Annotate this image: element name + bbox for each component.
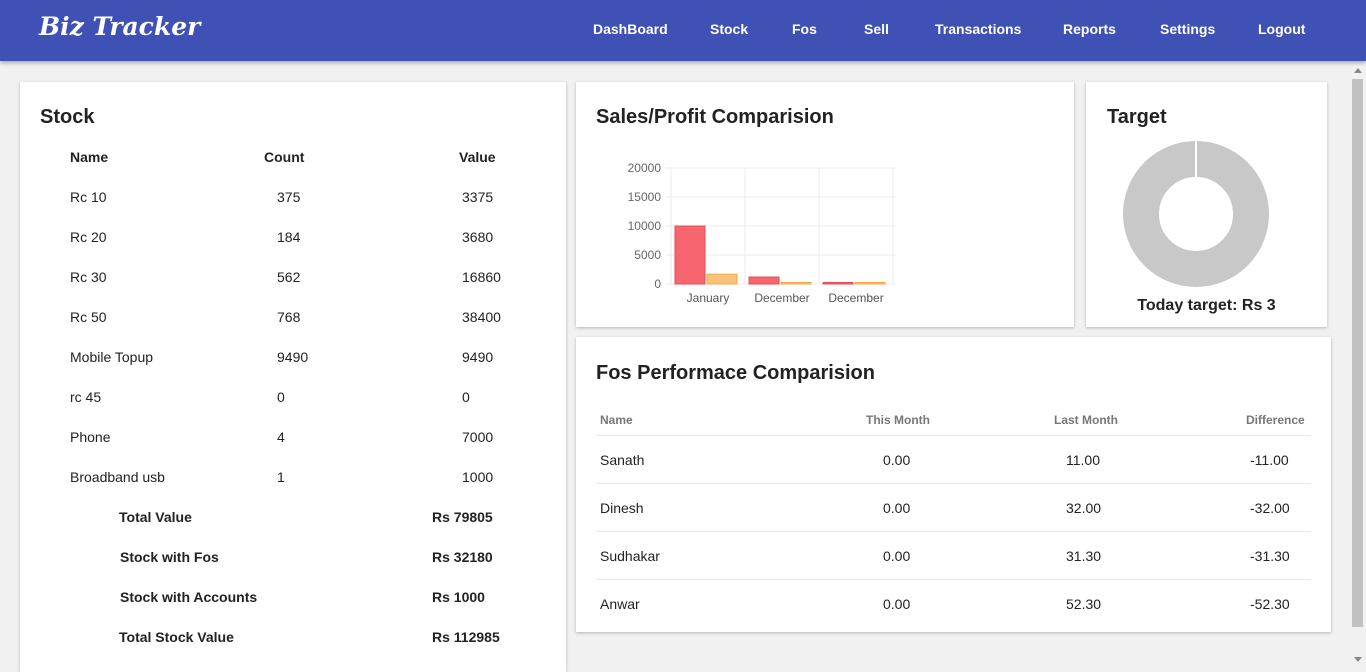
y-tick-label: 20000 bbox=[628, 161, 662, 175]
target-donut bbox=[1123, 140, 1269, 287]
bar bbox=[674, 225, 706, 285]
fos-row-last-month: 32.00 bbox=[1066, 500, 1102, 516]
nav-settings[interactable]: Settings bbox=[1160, 21, 1215, 37]
stock-row-value: 7000 bbox=[462, 429, 494, 445]
stock-row-value: 3680 bbox=[462, 229, 494, 245]
divider bbox=[596, 579, 1311, 580]
stock-row-value: 1000 bbox=[462, 469, 494, 485]
stock-row-count: 4 bbox=[277, 429, 285, 445]
fos-row-last-month: 31.30 bbox=[1066, 548, 1102, 564]
target-title: Target bbox=[1107, 106, 1167, 128]
fos-header-difference: Difference bbox=[1246, 413, 1305, 427]
fos-row-name: Sanath bbox=[600, 452, 645, 468]
sales-title: Sales/Profit Comparision bbox=[596, 106, 834, 128]
bar bbox=[822, 282, 854, 285]
nav-dashboard[interactable]: DashBoard bbox=[593, 21, 668, 37]
sales-chart: 20000 15000 10000 5000 0 January December Decem… bbox=[628, 161, 896, 305]
fos-row-last-month: 52.30 bbox=[1066, 596, 1102, 612]
fos-card: Fos Performace Comparision Name This Mon… bbox=[576, 337, 1331, 632]
nav-stock[interactable]: Stock bbox=[710, 21, 748, 37]
total-label: Total Stock Value bbox=[119, 629, 234, 645]
bar bbox=[748, 276, 780, 285]
stock-header-count: Count bbox=[264, 149, 305, 165]
total-amount: Rs 1000 bbox=[432, 589, 485, 605]
target-label: Today target: Rs 3 bbox=[1137, 297, 1276, 314]
nav-logout[interactable]: Logout bbox=[1258, 21, 1305, 37]
stock-row-count: 9490 bbox=[277, 349, 309, 365]
bar bbox=[854, 282, 886, 285]
stock-row-name: Mobile Topup bbox=[70, 349, 154, 365]
divider bbox=[596, 435, 1311, 436]
top-navbar: Biz Tracker DashBoard Stock Fos Sell Tra… bbox=[0, 0, 1366, 61]
fos-row-difference: -52.30 bbox=[1250, 596, 1290, 612]
target-card: Target Today target: Rs 3 bbox=[1086, 82, 1327, 327]
fos-row-this-month: 0.00 bbox=[883, 500, 911, 516]
fos-row-name: Anwar bbox=[600, 596, 640, 612]
stock-card: Stock Name Count Value Rc 10 375 3375 Rc… bbox=[20, 82, 566, 672]
stock-title: Stock bbox=[40, 106, 95, 128]
stock-row-name: Rc 50 bbox=[70, 309, 107, 325]
total-amount: Rs 112985 bbox=[432, 629, 500, 645]
scroll-up-icon[interactable] bbox=[1354, 68, 1362, 73]
nav-transactions[interactable]: Transactions bbox=[935, 21, 1021, 37]
stock-row-name: Broadband usb bbox=[70, 469, 165, 485]
total-amount: Rs 79805 bbox=[432, 509, 493, 525]
stock-row-count: 0 bbox=[277, 389, 285, 405]
total-label: Stock with Accounts bbox=[120, 589, 258, 605]
fos-title: Fos Performace Comparision bbox=[596, 362, 875, 384]
total-amount: Rs 32180 bbox=[432, 549, 493, 565]
bar bbox=[706, 273, 738, 285]
sales-card: Sales/Profit Comparision 20000 15000 10000… bbox=[576, 82, 1074, 327]
stock-row-count: 768 bbox=[277, 309, 301, 325]
y-tick-label: 5000 bbox=[634, 248, 661, 262]
fos-row-this-month: 0.00 bbox=[883, 452, 911, 468]
fos-row-difference: -31.30 bbox=[1250, 548, 1290, 564]
stock-header-name: Name bbox=[70, 149, 109, 165]
fos-header-this-month: This Month bbox=[866, 413, 930, 427]
nav-sell[interactable]: Sell bbox=[864, 21, 889, 37]
x-tick-label: December bbox=[754, 291, 809, 305]
y-tick-label: 10000 bbox=[628, 219, 662, 233]
stock-row-name: rc 45 bbox=[70, 389, 102, 405]
stock-header-value: Value bbox=[459, 149, 496, 165]
stock-row-count: 184 bbox=[277, 229, 301, 245]
stock-row-count: 1 bbox=[277, 469, 285, 485]
brand-logo[interactable]: Biz Tracker bbox=[39, 12, 200, 41]
stock-row-name: Rc 20 bbox=[70, 229, 107, 245]
stock-row-count: 375 bbox=[277, 189, 301, 205]
fos-row-this-month: 0.00 bbox=[883, 548, 911, 564]
divider bbox=[596, 531, 1311, 532]
fos-row-name: Dinesh bbox=[600, 500, 644, 516]
stock-row-name: Rc 10 bbox=[70, 189, 107, 205]
fos-row-difference: -32.00 bbox=[1250, 500, 1290, 516]
scrollbar-thumb[interactable] bbox=[1352, 79, 1363, 627]
nav-fos[interactable]: Fos bbox=[792, 21, 817, 37]
fos-row-last-month: 11.00 bbox=[1066, 452, 1100, 468]
divider bbox=[596, 483, 1311, 484]
x-tick-label: January bbox=[687, 291, 730, 305]
stock-row-count: 562 bbox=[277, 269, 301, 285]
stock-row-name: Rc 30 bbox=[70, 269, 107, 285]
fos-row-this-month: 0.00 bbox=[883, 596, 911, 612]
stock-row-name: Phone bbox=[70, 429, 111, 445]
x-tick-label: December bbox=[828, 291, 883, 305]
stock-row-value: 0 bbox=[462, 389, 470, 405]
fos-header-name: Name bbox=[600, 413, 633, 427]
fos-row-difference: -11.00 bbox=[1250, 452, 1289, 468]
total-label: Total Value bbox=[119, 509, 192, 525]
total-label: Stock with Fos bbox=[120, 549, 219, 565]
bar bbox=[780, 282, 812, 285]
fos-row-name: Sudhakar bbox=[600, 548, 660, 564]
stock-row-value: 3375 bbox=[462, 189, 494, 205]
nav-reports[interactable]: Reports bbox=[1063, 21, 1116, 37]
scroll-down-icon[interactable] bbox=[1354, 657, 1362, 662]
stock-row-value: 38400 bbox=[462, 309, 501, 325]
stock-row-value: 16860 bbox=[462, 269, 501, 285]
y-tick-label: 0 bbox=[654, 277, 661, 291]
fos-header-last-month: Last Month bbox=[1054, 413, 1118, 427]
stock-row-value: 9490 bbox=[462, 349, 494, 365]
y-tick-label: 15000 bbox=[628, 190, 662, 204]
